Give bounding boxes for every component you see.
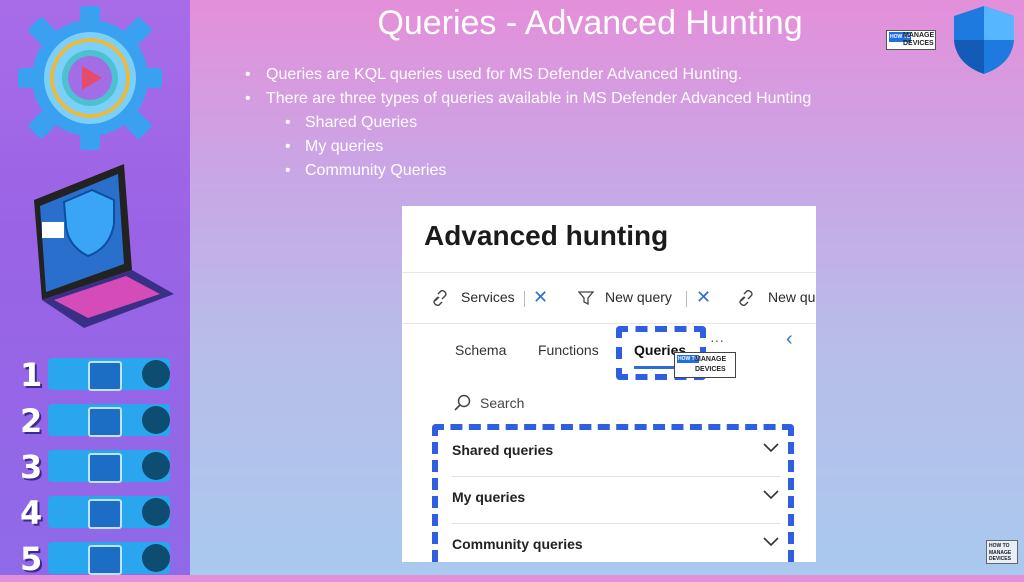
shield-tile-icon <box>88 453 122 483</box>
filter-icon <box>578 291 594 306</box>
bullet-text: There are three types of queries availab… <box>266 90 812 107</box>
step-bar <box>48 496 170 529</box>
step-list: 1 2 3 4 5 <box>18 352 178 582</box>
step-dot <box>142 498 170 526</box>
watermark-how: HOW TO <box>989 543 1010 549</box>
query-group-shared[interactable]: Shared queries <box>452 430 780 477</box>
shield-tile-icon <box>88 545 122 575</box>
tab-functions[interactable]: Functions <box>538 342 599 358</box>
slide-title: Queries - Advanced Hunting <box>377 4 803 42</box>
search-icon <box>454 394 471 411</box>
step-bar <box>48 358 170 391</box>
tab-new-query[interactable]: New query <box>605 289 672 305</box>
laptop-shield-icon <box>34 164 174 328</box>
chevron-down-icon <box>763 443 779 453</box>
brand-logo-line2: DEVICES <box>903 40 934 47</box>
query-group-label: Community queries <box>452 536 583 552</box>
step-item: 3 <box>18 444 178 489</box>
step-dot <box>142 544 170 572</box>
query-group-my[interactable]: My queries <box>452 477 780 524</box>
bullet-text: My queries <box>305 138 384 155</box>
step-dot <box>142 360 170 388</box>
step-bar <box>48 404 170 437</box>
more-options-icon[interactable]: ··· <box>710 332 724 348</box>
brand-logo-line1: MANAGE <box>903 32 935 39</box>
watermark-logo: HOW TO MANAGE DEVICES <box>986 540 1018 564</box>
bullet-text: Shared Queries <box>305 114 418 131</box>
chevron-left-icon[interactable]: ‹ <box>786 328 793 351</box>
shield-tile-icon <box>88 407 122 437</box>
step-item: 4 <box>18 490 178 535</box>
step-number: 1 <box>20 356 43 394</box>
bullet-item: • There are three types of queries availa… <box>245 90 812 107</box>
step-number: 2 <box>20 402 43 440</box>
close-services-icon[interactable]: ✕ <box>533 287 548 308</box>
link-icon <box>739 290 753 306</box>
chevron-down-icon <box>763 537 779 547</box>
step-item: 2 <box>18 398 178 443</box>
step-number: 3 <box>20 448 43 486</box>
bullet-item: • Queries are KQL queries used for MS Def… <box>245 66 743 83</box>
brand-logo: HOW TO MANAGE DEVICES <box>886 30 936 50</box>
bullet-text: Queries are KQL queries used for MS Defe… <box>266 66 743 83</box>
watermark-line2: DEVICES <box>989 556 1011 562</box>
bullet-item: • Shared Queries <box>285 114 418 131</box>
link-icon <box>433 290 447 306</box>
tab-services[interactable]: Services <box>461 289 515 305</box>
bullet-item: • My queries <box>285 138 384 155</box>
brand-mini-logo: HOW TO MANAGE DEVICES <box>674 352 736 378</box>
step-item: 5 <box>18 536 178 581</box>
brand-mini-line2: DEVICES <box>695 366 726 373</box>
defender-shield-icon <box>954 6 1014 74</box>
divider <box>524 291 525 307</box>
query-groups-highlight: Shared queries My queries Community quer… <box>432 424 794 562</box>
sidebar: 1 2 3 4 5 <box>0 0 190 578</box>
shield-tile-icon <box>88 361 122 391</box>
step-bar <box>48 542 170 575</box>
gear-play-icon <box>18 6 162 150</box>
advanced-hunting-panel: Advanced hunting Services ✕ New query ✕ … <box>402 206 816 562</box>
step-number: 4 <box>20 494 43 532</box>
search-label: Search <box>480 395 525 411</box>
step-bar <box>48 450 170 483</box>
query-group-community[interactable]: Community queries <box>452 524 780 562</box>
bullet-text: Community Queries <box>305 162 447 179</box>
tab-new-query-2[interactable]: New qu <box>768 289 815 305</box>
chevron-down-icon <box>763 490 779 500</box>
query-group-label: My queries <box>452 489 526 505</box>
step-item: 1 <box>18 352 178 397</box>
panel-title: Advanced hunting <box>424 220 669 251</box>
brand-mini-line1: MANAGE <box>695 356 727 363</box>
query-group-label: Shared queries <box>452 442 554 458</box>
step-dot <box>142 406 170 434</box>
panel-tabs: Schema Functions Queries ··· <box>402 322 816 382</box>
bullet-item: • Community Queries <box>285 162 447 179</box>
close-new-query-icon[interactable]: ✕ <box>696 287 711 308</box>
step-dot <box>142 452 170 480</box>
divider <box>686 291 687 307</box>
query-toolbar: Services ✕ New query ✕ New qu <box>402 272 816 324</box>
shield-tile-icon <box>88 499 122 529</box>
tab-schema[interactable]: Schema <box>455 342 506 358</box>
step-number: 5 <box>20 540 43 578</box>
bullet-list: • Queries are KQL queries used for MS Def… <box>245 63 811 183</box>
